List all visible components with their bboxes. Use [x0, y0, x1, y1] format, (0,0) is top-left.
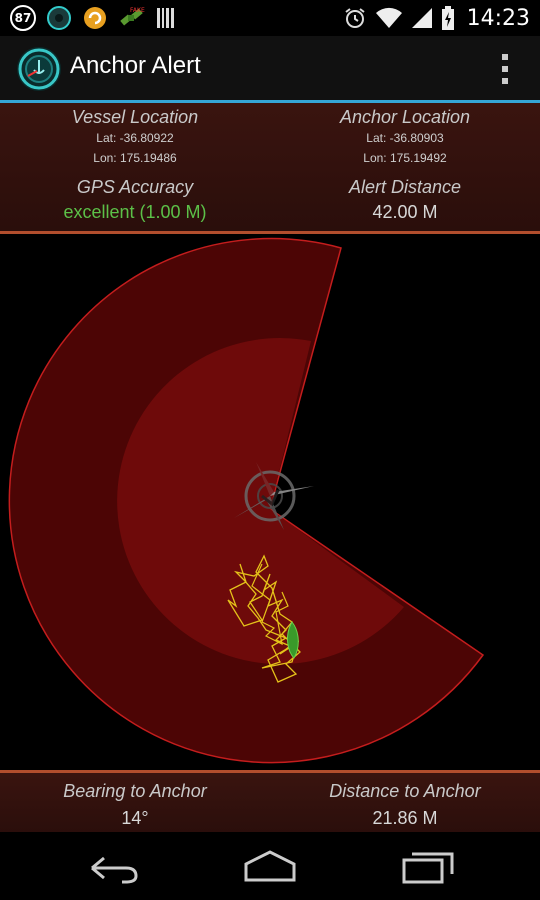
- vessel-lat: Lat: -36.80922: [96, 131, 174, 145]
- svg-text:FAKE: FAKE: [130, 7, 145, 14]
- alert-distance-value: 42.00 M: [372, 202, 438, 222]
- overflow-dot: [502, 78, 508, 84]
- vessel-lon: Lon: 175.19486: [93, 151, 177, 165]
- system-icons: 14:23: [343, 3, 530, 33]
- anchor-lon: Lon: 175.19492: [363, 151, 447, 165]
- recents-icon[interactable]: [398, 846, 458, 886]
- notification-icons: 87 FAKE: [10, 3, 176, 33]
- anchor-location-block: Anchor Location Lat: -36.80903 Lon: 175.…: [270, 107, 540, 168]
- vessel-location-heading: Vessel Location: [71, 107, 199, 127]
- alert-distance-heading: Alert Distance: [348, 177, 462, 197]
- action-bar: Anchor Alert: [0, 36, 540, 100]
- signal-icon: [411, 8, 432, 28]
- bearing-panel: Bearing to Anchor 14° Distance to Anchor…: [0, 770, 540, 835]
- gps-accuracy-block: GPS Accuracy excellent (1.00 M): [0, 177, 270, 223]
- location-panel: Vessel Location Lat: -36.80922 Lon: 175.…: [0, 103, 540, 234]
- sync-icon: [84, 7, 106, 29]
- gps-accuracy-heading: GPS Accuracy: [76, 177, 194, 197]
- badge-count: 87: [14, 11, 32, 25]
- clock-time: 14:23: [466, 5, 530, 31]
- distance-value: 21.86 M: [372, 808, 438, 828]
- overflow-dot: [502, 66, 508, 72]
- distance-heading: Distance to Anchor: [329, 781, 481, 801]
- compass-app-icon: [47, 6, 71, 30]
- vessel-location-block: Vessel Location Lat: -36.80922 Lon: 175.…: [0, 107, 270, 168]
- anchor-radar[interactable]: [0, 234, 540, 770]
- overflow-dot: [502, 54, 508, 60]
- gps-accuracy-value: excellent (1.00 M): [63, 202, 207, 222]
- back-icon[interactable]: [82, 846, 142, 886]
- wifi-icon: [375, 7, 402, 28]
- compass-app-icon[interactable]: [16, 46, 62, 92]
- screen: 87 FAKE 14:23 Anchor Alert Vessel Locati…: [0, 0, 540, 900]
- satellite-icon: FAKE: [120, 7, 145, 26]
- distance-block: Distance to Anchor 21.86 M: [270, 781, 540, 829]
- battery-charging-icon: [441, 6, 454, 30]
- home-icon[interactable]: [240, 846, 300, 886]
- alert-distance-block: Alert Distance 42.00 M: [270, 177, 540, 223]
- anchor-lat: Lat: -36.80903: [366, 131, 444, 145]
- barcode-icon: [157, 8, 174, 28]
- bearing-heading: Bearing to Anchor: [63, 781, 207, 801]
- anchor-location-heading: Anchor Location: [339, 107, 471, 127]
- alarm-clock-icon: [344, 8, 365, 28]
- overflow-menu-icon[interactable]: [500, 54, 510, 84]
- app-title: Anchor Alert: [70, 52, 201, 79]
- badge-87-icon: 87: [10, 5, 36, 31]
- bearing-value: 14°: [121, 808, 149, 828]
- navigation-bar: [0, 832, 540, 900]
- status-bar: 87 FAKE 14:23: [0, 0, 540, 36]
- bearing-block: Bearing to Anchor 14°: [0, 781, 270, 829]
